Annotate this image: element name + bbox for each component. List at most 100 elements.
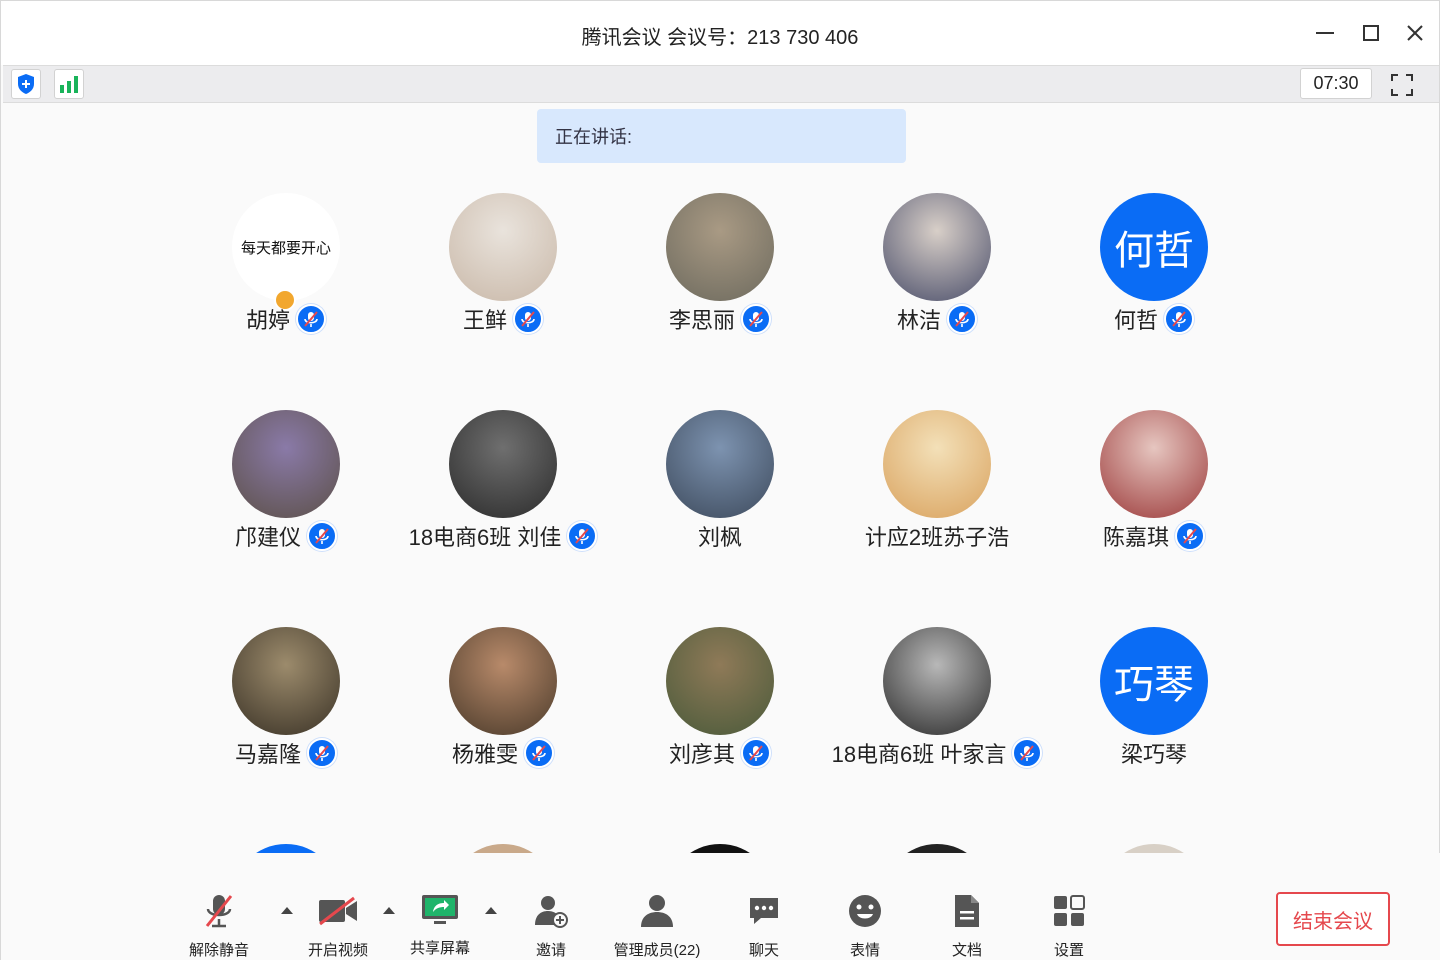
emoji-label: 表情 [849, 942, 880, 959]
share-options-caret[interactable] [485, 907, 497, 914]
bottom-toolbar: 解除静音 开启视频 共享屏幕 邀请 管理成员(22) 聊天 表情 文档 设置 结… [1, 853, 1440, 960]
mic-muted-icon[interactable] [524, 738, 554, 768]
manage-members-button[interactable]: 管理成员(22) [605, 891, 709, 960]
avatar-photo [666, 193, 774, 301]
participant-tile[interactable]: 刘枫 [600, 378, 840, 550]
participant-tile[interactable]: 18电商6班 刘佳 [383, 378, 623, 551]
participant-name-line: 胡婷 [166, 301, 406, 337]
unmute-label: 解除静音 [188, 942, 249, 959]
avatar-photo [883, 193, 991, 301]
minimize-button[interactable] [1311, 19, 1339, 47]
participant-name: 计应2班苏子浩 [864, 525, 1010, 550]
mic-muted-icon[interactable] [307, 521, 337, 551]
mic-muted-icon[interactable] [741, 738, 771, 768]
participant-name: 18电商6班 叶家言 [831, 742, 1007, 767]
end-meeting-button[interactable]: 结束会议 [1276, 892, 1390, 946]
participant-tile[interactable]: 陈嘉琪 [1034, 378, 1274, 551]
manage-members-label: 管理成员(22) [613, 942, 701, 959]
settings-button[interactable]: 设置 [1039, 891, 1099, 960]
avatar [449, 844, 557, 853]
members-icon [641, 895, 673, 927]
unmute-button[interactable]: 解除静音 [181, 891, 257, 960]
participant-name-line: 计应2班苏子浩 [817, 518, 1057, 554]
invite-button[interactable]: 邀请 [521, 891, 581, 960]
participant-name: 王鲜 [462, 308, 507, 333]
avatar-photo [883, 410, 991, 518]
speaking-label: 正在讲话: [555, 127, 633, 147]
avatar: 每天都要开心 [232, 193, 340, 301]
participant-name-line: 林洁 [817, 301, 1057, 337]
smiley-icon [849, 895, 881, 927]
participant-tile[interactable]: 李思丽 [600, 161, 840, 334]
grid-settings-icon [1054, 895, 1085, 926]
participant-tile[interactable]: 刘彦其 [600, 595, 840, 768]
mic-muted-icon[interactable] [1164, 304, 1194, 334]
chat-button[interactable]: 聊天 [734, 891, 794, 960]
participant-name-line: 邝建仪 [166, 518, 406, 554]
participant-name: 18电商6班 刘佳 [408, 525, 562, 550]
avatar-photo [232, 410, 340, 518]
mic-muted-icon[interactable] [741, 304, 771, 334]
avatar [232, 844, 340, 853]
avatar-photo [1100, 410, 1208, 518]
invite-label: 邀请 [535, 942, 566, 959]
participant-tile[interactable]: 18电商6班 叶家言 [817, 595, 1057, 768]
title-bar: 腾讯会议 会议号：213 730 406 [1, 1, 1439, 65]
minimize-icon [1316, 32, 1334, 34]
fullscreen-button[interactable] [1387, 70, 1417, 100]
video-off-icon [319, 896, 357, 926]
avatar [666, 844, 774, 853]
mic-muted-icon[interactable] [947, 304, 977, 334]
window-title: 腾讯会议 会议号：213 730 406 [581, 27, 859, 49]
network-signal-button[interactable] [54, 69, 84, 99]
participant-name: 胡婷 [245, 308, 290, 333]
settings-label: 设置 [1053, 942, 1084, 959]
emoji-button[interactable]: 表情 [835, 891, 895, 960]
start-video-label: 开启视频 [307, 942, 368, 959]
meeting-info-bar: 07:30 [3, 65, 1439, 103]
participant-name-line: 梁巧琴 [1034, 735, 1274, 771]
participant-tile[interactable]: 邝建仪 [166, 378, 406, 551]
participant-tile[interactable]: 马嘉隆 [166, 595, 406, 768]
share-screen-button[interactable]: 共享屏幕 [403, 889, 477, 958]
participant-tile[interactable]: 林洁 [817, 161, 1057, 334]
participant-tile[interactable]: 计应2班苏子浩 [817, 378, 1057, 550]
participant-tile[interactable]: 杨雅雯 [383, 595, 623, 768]
meeting-window: 腾讯会议 会议号：213 730 406 07:30 正在讲话: 每天都要开心 … [0, 0, 1440, 960]
mic-muted-icon[interactable] [307, 738, 337, 768]
avatar-photo [232, 627, 340, 735]
signal-bars-icon [60, 76, 78, 93]
speaking-indicator: 正在讲话: [537, 109, 906, 163]
meeting-timer: 07:30 [1300, 68, 1372, 99]
maximize-button[interactable] [1357, 19, 1385, 47]
avatar-photo [666, 410, 774, 518]
mic-muted-icon[interactable] [567, 521, 598, 551]
participant-tile[interactable]: 每天都要开心胡婷 [166, 161, 406, 334]
avatar-photo [883, 627, 991, 735]
participant-name: 梁巧琴 [1120, 742, 1187, 767]
participant-name-line: 刘枫 [600, 518, 840, 554]
audio-options-caret[interactable] [281, 907, 293, 914]
security-button[interactable] [11, 69, 41, 99]
mic-muted-icon[interactable] [296, 304, 326, 334]
participant-name-line: 刘彦其 [600, 735, 840, 771]
close-button[interactable] [1401, 19, 1429, 47]
mic-muted-icon[interactable] [513, 304, 543, 334]
participant-name: 马嘉隆 [234, 742, 301, 767]
participant-tile[interactable]: 王鲜 [383, 161, 623, 334]
mic-muted-icon [205, 895, 233, 928]
participant-name-line: 陈嘉琪 [1034, 518, 1274, 554]
video-options-caret[interactable] [383, 907, 395, 914]
docs-button[interactable]: 文档 [937, 891, 997, 960]
participant-name-line: 李思丽 [600, 301, 840, 337]
participant-name: 林洁 [896, 308, 941, 333]
start-video-button[interactable]: 开启视频 [301, 891, 375, 960]
participant-name-line: 18电商6班 叶家言 [817, 735, 1057, 771]
participant-tile[interactable]: 巧琴 梁巧琴 [1034, 595, 1274, 767]
participant-name: 杨雅雯 [451, 742, 518, 767]
avatar [883, 844, 991, 853]
share-screen-icon [422, 895, 458, 924]
mic-muted-icon[interactable] [1175, 521, 1205, 551]
participant-tile[interactable]: 何哲 何哲 [1034, 161, 1274, 334]
add-user-icon [535, 896, 568, 928]
